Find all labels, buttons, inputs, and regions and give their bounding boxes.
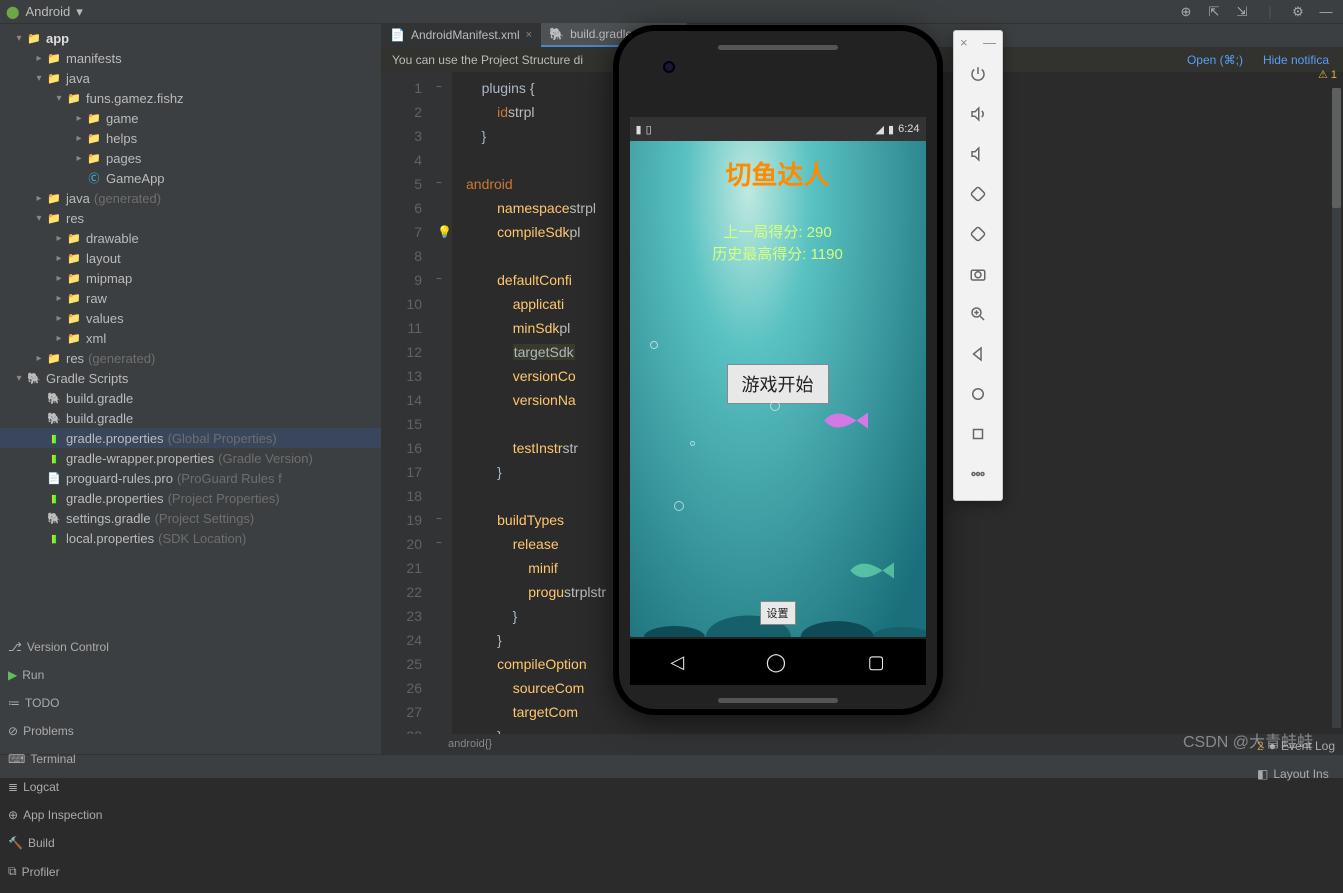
sim-icon: ▯ xyxy=(646,123,652,136)
tool-logcat[interactable]: ≣Logcat xyxy=(8,780,109,794)
power-button[interactable] xyxy=(954,54,1002,94)
rotate-left-button[interactable] xyxy=(954,174,1002,214)
settings-button[interactable]: 设置 xyxy=(760,601,796,625)
tree-node[interactable]: ▮local.properties(SDK Location) xyxy=(0,528,381,548)
tree-node[interactable]: ▮gradle.properties(Project Properties) xyxy=(0,488,381,508)
editor-tab[interactable]: 📄AndroidManifest.xml× xyxy=(382,23,541,47)
score-panel: 上一局得分: 290 历史最高得分: 1190 xyxy=(630,222,926,266)
tree-node[interactable]: ▸📁manifests xyxy=(0,48,381,68)
tool-build[interactable]: 🔨Build xyxy=(8,836,109,850)
hide-icon[interactable]: — xyxy=(1315,4,1337,19)
start-button[interactable]: 游戏开始 xyxy=(727,364,829,404)
sim-icon: ▮ xyxy=(636,123,642,136)
emulator-window: ▮ ▯ ◢ ▮ 6:24 切鱼达人 上一局得分: 290 历史最高得分: 119… xyxy=(610,24,945,716)
lightbulb-icon[interactable]: 💡 xyxy=(437,220,452,244)
fold-gutter[interactable]: −−−−−💡 xyxy=(434,72,452,734)
project-view-bar: ⬤ Android ▾ ⊕ ⇱ ⇲ | ⚙ — xyxy=(0,0,1343,24)
tree-node[interactable]: ⒸGameApp xyxy=(0,168,381,188)
tree-node[interactable]: ▮gradle-wrapper.properties(Gradle Versio… xyxy=(0,448,381,468)
tool-todo[interactable]: ≔TODO xyxy=(8,696,109,710)
tree-node[interactable]: ▾📁funs.gamez.fishz xyxy=(0,88,381,108)
volume-down-button[interactable] xyxy=(954,134,1002,174)
tree-node[interactable]: ▸📁xml xyxy=(0,328,381,348)
close-icon[interactable]: × xyxy=(526,29,532,41)
tool-profiler[interactable]: ⧉Profiler xyxy=(8,864,109,879)
hi-score: 历史最高得分: 1190 xyxy=(630,244,926,266)
tree-node[interactable]: 🐘build.gradle xyxy=(0,388,381,408)
warning-icon[interactable]: ⚠ 1 xyxy=(1318,68,1337,81)
more-button[interactable] xyxy=(954,454,1002,494)
tree-node[interactable]: 🐘build.gradle xyxy=(0,408,381,428)
tool-run[interactable]: ▶Run xyxy=(8,668,109,682)
tool-terminal[interactable]: ⌨Terminal xyxy=(8,752,109,766)
tree-node[interactable]: ▸📁pages xyxy=(0,148,381,168)
tool-app-inspection[interactable]: ⊕App Inspection xyxy=(8,808,109,822)
gutter: 1 2 3 4 5 6 7 8 9 10 11 12 13 14 15 16 1… xyxy=(382,72,434,734)
editor-scrollbar[interactable] xyxy=(1332,88,1341,728)
speaker-top xyxy=(718,45,838,50)
game-title: 切鱼达人 xyxy=(630,155,926,192)
chevron-down-icon: ▾ xyxy=(76,4,83,20)
android-nav-bar: ◁ ◯ ▢ xyxy=(630,639,926,685)
volume-up-button[interactable] xyxy=(954,94,1002,134)
watermark: CSDN @大青蛙蛙 xyxy=(1183,728,1313,752)
tree-node[interactable]: ▸📁helps xyxy=(0,128,381,148)
game-screen: 切鱼达人 上一局得分: 290 历史最高得分: 1190 游戏开始 设置 xyxy=(630,141,926,637)
tree-node[interactable]: 🐘settings.gradle(Project Settings) xyxy=(0,508,381,528)
collapse-icon[interactable]: ⇲ xyxy=(1231,4,1253,20)
tree-node[interactable]: ▾📁res xyxy=(0,208,381,228)
tool-version-control[interactable]: ⎇Version Control xyxy=(8,640,109,654)
camera-icon xyxy=(663,61,675,73)
tool-layout-ins[interactable]: ◧Layout Ins xyxy=(1257,767,1335,781)
tree-node[interactable]: ▮gradle.properties(Global Properties) xyxy=(0,428,381,448)
view-label: Android xyxy=(25,4,70,19)
open-link[interactable]: Open (⌘;) xyxy=(1187,53,1243,67)
last-score: 上一局得分: 290 xyxy=(630,222,926,244)
phone-frame: ▮ ▯ ◢ ▮ 6:24 切鱼达人 上一局得分: 290 历史最高得分: 119… xyxy=(613,25,943,715)
overview-button[interactable]: ▢ xyxy=(868,652,885,673)
tree-node[interactable]: ▸📁layout xyxy=(0,248,381,268)
back-button[interactable]: ◁ xyxy=(670,652,684,673)
close-icon[interactable]: × xyxy=(960,35,968,50)
emulator-toolbar: × — xyxy=(953,30,1003,501)
speaker-bottom xyxy=(718,698,838,703)
tree-node[interactable]: ▾📁java xyxy=(0,68,381,88)
android-icon: ⬤ xyxy=(6,5,19,19)
locate-icon[interactable]: ⊕ xyxy=(1175,4,1197,20)
tree-node[interactable]: ▸📁raw xyxy=(0,288,381,308)
android-status-bar: ▮ ▯ ◢ ▮ 6:24 xyxy=(630,117,926,141)
home-button[interactable]: ◯ xyxy=(766,652,786,673)
tree-node[interactable]: ▾📁app xyxy=(0,28,381,48)
home-button[interactable] xyxy=(954,374,1002,414)
tree-node[interactable]: ▸📁res(generated) xyxy=(0,348,381,368)
overview-button[interactable] xyxy=(954,414,1002,454)
rotate-right-button[interactable] xyxy=(954,214,1002,254)
tree-node[interactable]: ▸📁mipmap xyxy=(0,268,381,288)
hide-notification-link[interactable]: Hide notifica xyxy=(1263,53,1329,67)
clock: 6:24 xyxy=(898,123,919,135)
zoom-button[interactable] xyxy=(954,294,1002,334)
battery-icon: ▮ xyxy=(888,123,894,136)
code-text[interactable]: plugins { idstrpl } android namespacestr… xyxy=(452,72,606,734)
signal-icon: ◢ xyxy=(876,123,884,136)
phone-screen[interactable]: ▮ ▯ ◢ ▮ 6:24 切鱼达人 上一局得分: 290 历史最高得分: 119… xyxy=(630,117,926,637)
info-text: You can use the Project Structure di xyxy=(392,53,583,67)
back-button[interactable] xyxy=(954,334,1002,374)
tree-node[interactable]: ▸📁java(generated) xyxy=(0,188,381,208)
expand-icon[interactable]: ⇱ xyxy=(1203,4,1225,20)
minimize-icon[interactable]: — xyxy=(983,35,996,50)
divider: | xyxy=(1259,4,1281,19)
tree-node[interactable]: ▾🐘Gradle Scripts xyxy=(0,368,381,388)
tree-node[interactable]: ▸📁values xyxy=(0,308,381,328)
tree-node[interactable]: ▸📁drawable xyxy=(0,228,381,248)
project-view-selector[interactable]: Android ▾ xyxy=(25,4,82,20)
tree-node[interactable]: 📄proguard-rules.pro(ProGuard Rules f xyxy=(0,468,381,488)
tool-problems[interactable]: ⊘Problems xyxy=(8,724,109,738)
fish-icon xyxy=(822,409,868,431)
camera-button[interactable] xyxy=(954,254,1002,294)
gear-icon[interactable]: ⚙ xyxy=(1287,4,1309,20)
tool-strip: ⎇Version Control ▶Run ≔TODO ⊘Problems ⌨T… xyxy=(0,754,1343,778)
tree-node[interactable]: ▸📁game xyxy=(0,108,381,128)
